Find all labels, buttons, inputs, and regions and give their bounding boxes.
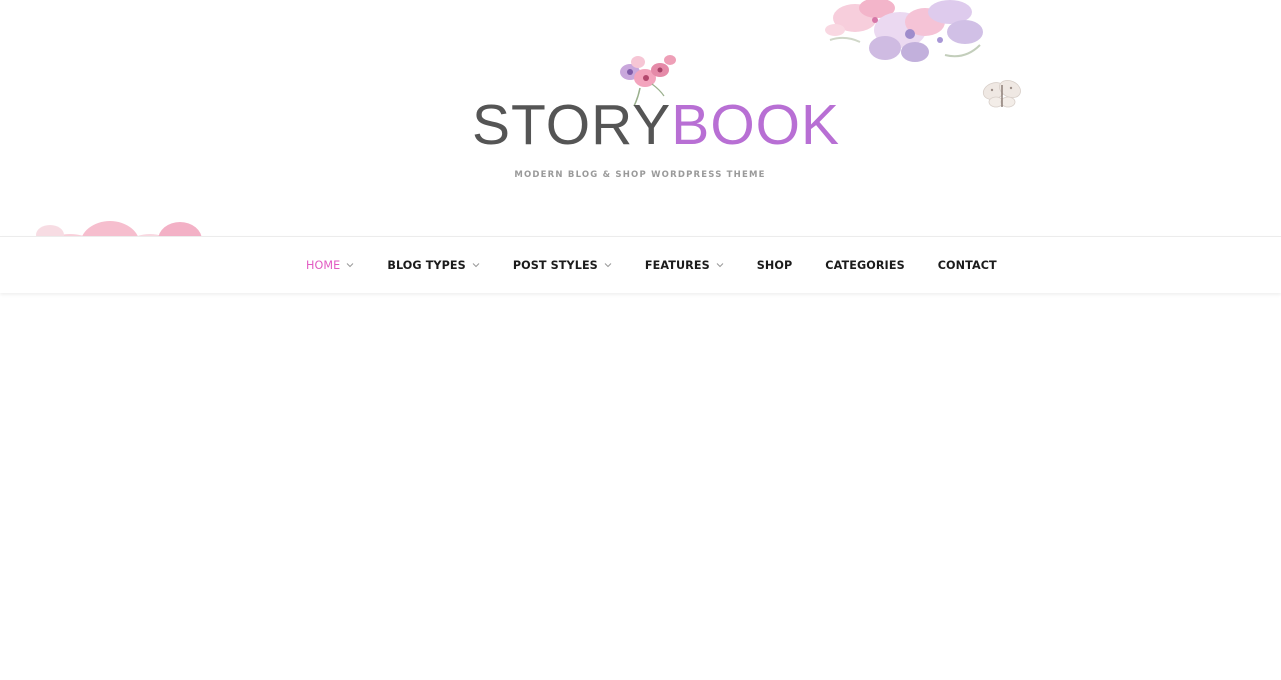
watercolor-flowers-decoration [825, 0, 983, 62]
nav-item-contact[interactable]: CONTACT [938, 237, 997, 293]
nav-item-label: BLOG TYPES [387, 258, 466, 272]
butterfly-decoration [982, 79, 1021, 108]
logo-tagline: MODERN BLOG & SHOP WORDPRESS THEME [514, 170, 766, 180]
nav-item-blog-types[interactable]: BLOG TYPES [387, 237, 480, 293]
logo-word-book: BOOK [671, 93, 841, 157]
nav-item-categories[interactable]: CATEGORIES [825, 237, 904, 293]
page: STORYBOOK MODERN BLOG & SHOP WORDPRESS T… [0, 0, 1281, 680]
nav-item-label: SHOP [756, 258, 793, 272]
nav-item-post-styles[interactable]: POST STYLES [513, 237, 612, 293]
nav-item-label: FEATURES [644, 258, 710, 272]
nav-item-home[interactable]: HOME [306, 237, 354, 293]
chevron-down-icon [716, 263, 724, 268]
nav-item-features[interactable]: FEATURES [645, 237, 724, 293]
chevron-down-icon [604, 263, 612, 268]
nav-menu: HOME BLOG TYPES POST STYLES FEATURES SHO… [306, 237, 997, 293]
nav-item-label: HOME [306, 258, 341, 272]
nav-item-shop[interactable]: SHOP [757, 237, 793, 293]
nav-item-label: POST STYLES [512, 258, 598, 272]
main-navigation: HOME BLOG TYPES POST STYLES FEATURES SHO… [0, 236, 1281, 293]
nav-item-label: CONTACT [937, 258, 997, 272]
logo-word-story: STORY [472, 93, 672, 157]
nav-item-label: CATEGORIES [825, 258, 905, 272]
chevron-down-icon [472, 263, 480, 268]
site-header: STORYBOOK MODERN BLOG & SHOP WORDPRESS T… [0, 0, 1281, 293]
site-logo[interactable]: STORYBOOK MODERN BLOG & SHOP WORDPRESS T… [470, 48, 839, 188]
chevron-down-icon [346, 263, 354, 268]
logo-wordmark: STORYBOOK [472, 93, 840, 157]
